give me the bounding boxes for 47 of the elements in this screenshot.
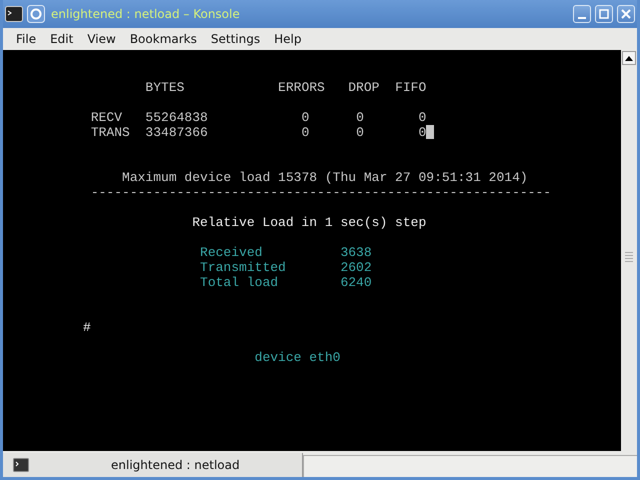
maximize-button[interactable] — [595, 5, 613, 23]
scrollbar[interactable] — [621, 50, 637, 451]
column-header: BYTES — [145, 80, 184, 95]
minimize-icon — [578, 17, 586, 19]
window-title: enlightened : netload – Konsole — [51, 6, 241, 23]
bytes-value: 33487366 — [145, 125, 208, 140]
menu-item[interactable]: Help — [267, 30, 308, 48]
stat-label: Received — [200, 245, 262, 260]
drop-value: 0 — [356, 110, 364, 125]
menu-item[interactable]: File — [9, 30, 44, 48]
relative-load-title: Relative Load in 1 sec(s) step — [192, 215, 426, 230]
menu-item[interactable]: Settings — [204, 30, 268, 48]
separator-line: ----------------------------------------------------------- — [90, 185, 552, 200]
scroll-up-button[interactable] — [622, 51, 636, 65]
tab[interactable]: enlightened : netload — [3, 453, 303, 477]
menu-item[interactable]: Bookmarks — [122, 30, 204, 48]
stat-value: 2602 — [340, 260, 372, 275]
row-label: RECV — [90, 110, 122, 125]
stat-label: Total load — [200, 275, 278, 290]
stat-value: 3638 — [340, 245, 372, 260]
close-icon — [621, 9, 631, 19]
fifo-value: 0 — [418, 125, 426, 140]
grip-icon — [625, 251, 633, 265]
column-header: FIFO — [395, 80, 426, 95]
max-load-text: Maximum device load 15378 (Thu Mar 27 09:51:31 2014) — [122, 170, 528, 185]
minimize-button[interactable] — [573, 5, 591, 23]
stat-value: 6240 — [340, 275, 372, 290]
text-cursor — [426, 125, 434, 139]
close-button[interactable] — [617, 5, 635, 23]
fifo-value: 0 — [418, 110, 426, 125]
terminal-icon — [5, 6, 23, 22]
device-label: device eth0 — [254, 350, 340, 365]
drop-value: 0 — [356, 125, 364, 140]
errors-value: 0 — [301, 110, 310, 125]
maximize-icon — [599, 9, 609, 19]
menu-item[interactable]: Edit — [43, 30, 80, 48]
settings-icon[interactable] — [27, 5, 45, 23]
bytes-value: 55264838 — [145, 110, 208, 125]
errors-value: 0 — [301, 125, 310, 140]
column-header: ERRORS — [278, 80, 325, 95]
row-label: TRANS — [90, 125, 130, 140]
up-arrow-icon — [625, 55, 633, 61]
stat-label: Transmitted — [200, 260, 286, 275]
terminal-icon — [13, 458, 29, 472]
menu-item[interactable]: View — [80, 30, 123, 48]
prompt-text: # — [83, 320, 91, 335]
column-header: DROP — [348, 80, 380, 95]
